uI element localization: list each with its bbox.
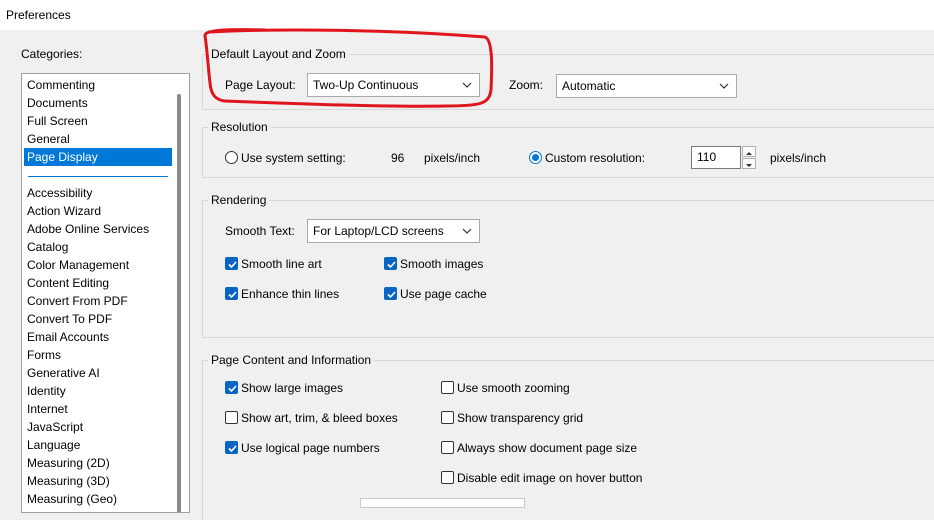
caret-up-icon (746, 152, 752, 155)
use-page-cache-label[interactable]: Use page cache (400, 287, 487, 301)
category-item-page-display[interactable]: Page Display (24, 148, 172, 166)
smooth-images-label[interactable]: Smooth images (400, 257, 483, 271)
category-item[interactable]: Adobe Online Services (24, 220, 172, 238)
system-resolution-unit: pixels/inch (424, 151, 481, 165)
checkmark-icon (387, 261, 396, 269)
category-item[interactable]: Action Wizard (24, 202, 172, 220)
category-item[interactable]: Accessibility (24, 184, 172, 202)
page-content-title: Page Content and Information (208, 353, 375, 367)
smooth-text-dropdown[interactable]: For Laptop/LCD screens (307, 219, 480, 243)
smooth-text-label: Smooth Text: (225, 224, 295, 238)
zoom-label: Zoom: (509, 78, 544, 92)
category-item[interactable]: Measuring (Geo) (24, 490, 172, 508)
category-item[interactable]: Email Accounts (24, 328, 172, 346)
show-transparency-grid-label[interactable]: Show transparency grid (457, 411, 583, 425)
custom-resolution-radio[interactable] (529, 151, 542, 164)
stepper-up-button[interactable] (742, 146, 756, 157)
disable-edit-image-hover-checkbox[interactable] (441, 471, 454, 484)
stepper-down-button[interactable] (742, 158, 756, 169)
use-smooth-zooming-label[interactable]: Use smooth zooming (457, 381, 570, 395)
smooth-images-checkbox[interactable] (384, 257, 397, 270)
categories-scrollbar[interactable] (177, 94, 181, 512)
zoom-value: Automatic (562, 79, 616, 93)
category-item[interactable]: Measuring (2D) (24, 454, 172, 472)
category-item[interactable]: Generative AI (24, 364, 172, 382)
title-bar: Preferences (0, 0, 934, 30)
categories-label: Categories: (21, 47, 83, 61)
window-title: Preferences (6, 8, 71, 22)
checkmark-icon (228, 291, 237, 299)
red-annotation-outline (203, 28, 494, 108)
enhance-thin-lines-label[interactable]: Enhance thin lines (241, 287, 339, 301)
category-item[interactable]: Color Management (24, 256, 172, 274)
zoom-dropdown[interactable]: Automatic (556, 74, 737, 98)
use-system-setting-label[interactable]: Use system setting: (241, 151, 346, 165)
category-item[interactable]: JavaScript (24, 418, 172, 436)
show-large-images-label[interactable]: Show large images (241, 381, 343, 395)
category-item-commenting[interactable]: Commenting (24, 76, 172, 94)
category-item[interactable]: Convert From PDF (24, 292, 172, 310)
category-item-documents[interactable]: Documents (24, 94, 172, 112)
category-item[interactable]: Content Editing (24, 274, 172, 292)
category-item[interactable]: Forms (24, 346, 172, 364)
category-item[interactable]: Internet (24, 400, 172, 418)
partial-dropdown[interactable] (360, 498, 525, 508)
custom-resolution-unit: pixels/inch (770, 151, 827, 165)
custom-resolution-label[interactable]: Custom resolution: (545, 151, 645, 165)
rendering-title: Rendering (208, 193, 270, 207)
custom-resolution-input[interactable]: 110 (691, 146, 741, 169)
checkmark-icon (387, 291, 396, 299)
categories-list[interactable]: Commenting Documents Full Screen General… (21, 73, 190, 513)
resolution-title: Resolution (208, 120, 271, 134)
category-item[interactable]: Identity (24, 382, 172, 400)
category-item-full-screen[interactable]: Full Screen (24, 112, 172, 130)
always-show-doc-size-label[interactable]: Always show document page size (457, 441, 637, 455)
smooth-line-art-label[interactable]: Smooth line art (241, 257, 322, 271)
category-item[interactable]: Language (24, 436, 172, 454)
caret-down-icon (746, 164, 752, 167)
chevron-down-icon (462, 228, 472, 234)
use-page-cache-checkbox[interactable] (384, 287, 397, 300)
category-item-general[interactable]: General (24, 130, 172, 148)
use-system-setting-radio[interactable] (225, 151, 238, 164)
category-item[interactable]: Catalog (24, 238, 172, 256)
smooth-text-value: For Laptop/LCD screens (313, 224, 444, 238)
checkmark-icon (228, 385, 237, 393)
show-large-images-checkbox[interactable] (225, 381, 238, 394)
checkmark-icon (228, 261, 237, 269)
enhance-thin-lines-checkbox[interactable] (225, 287, 238, 300)
use-smooth-zooming-checkbox[interactable] (441, 381, 454, 394)
checkmark-icon (228, 445, 237, 453)
always-show-doc-size-checkbox[interactable] (441, 441, 454, 454)
show-art-trim-label[interactable]: Show art, trim, & bleed boxes (241, 411, 398, 425)
category-separator (28, 176, 168, 177)
smooth-line-art-checkbox[interactable] (225, 257, 238, 270)
chevron-down-icon (719, 83, 729, 89)
category-item[interactable]: Convert To PDF (24, 310, 172, 328)
disable-edit-image-hover-label[interactable]: Disable edit image on hover button (457, 471, 642, 485)
system-resolution-value: 96 (391, 151, 405, 165)
show-transparency-grid-checkbox[interactable] (441, 411, 454, 424)
use-logical-page-numbers-checkbox[interactable] (225, 441, 238, 454)
show-art-trim-checkbox[interactable] (225, 411, 238, 424)
use-logical-page-numbers-label[interactable]: Use logical page numbers (241, 441, 380, 455)
resolution-stepper[interactable] (742, 146, 756, 169)
category-item[interactable]: Measuring (3D) (24, 472, 172, 490)
